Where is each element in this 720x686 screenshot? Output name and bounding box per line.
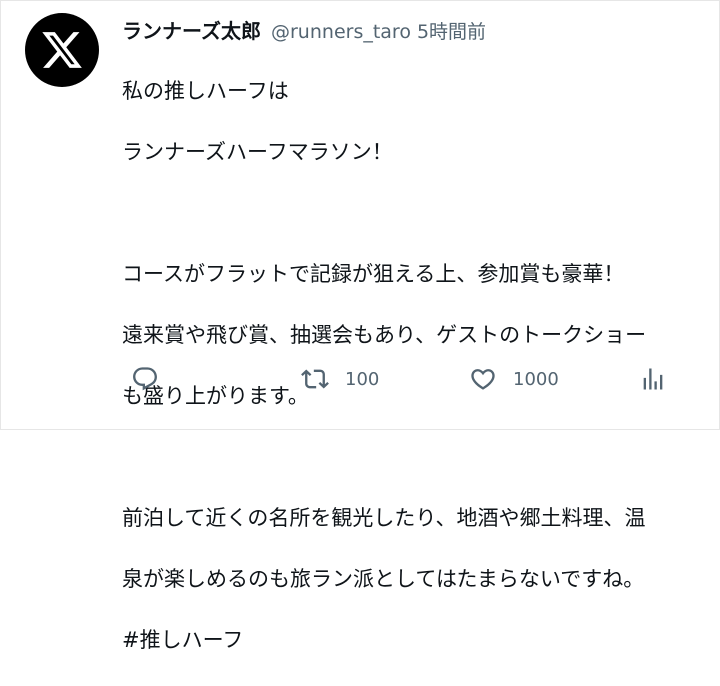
retweet-icon xyxy=(301,369,329,389)
author-name[interactable]: ランナーズ太郎 xyxy=(122,15,261,44)
retweet-button[interactable]: 100 xyxy=(301,363,379,395)
like-count: 1000 xyxy=(513,368,559,390)
tweet-card: ランナーズ太郎 @runners_taro 5時間前 私の推しハーフは ランナー… xyxy=(0,0,720,652)
tweet-line: 遠来賞や飛び賞、抽選会もあり、ゲストのトークショー xyxy=(122,322,647,347)
tweet-line: コースがフラットで記録が狙える上、参加賞も豪華！ xyxy=(122,261,625,286)
heart-icon xyxy=(471,369,495,390)
tweet-timestamp[interactable]: 5時間前 xyxy=(417,17,486,44)
tweet-line: 前泊して近くの名所を観光したり、地酒や郷土料理、温 xyxy=(122,505,646,530)
tweet-line: 泉が楽しめるのも旅ラン派としてはたまらないですね。 xyxy=(122,566,645,591)
x-logo-icon xyxy=(42,32,82,68)
like-button[interactable]: 1000 xyxy=(469,363,559,395)
reply-button[interactable] xyxy=(131,363,159,395)
avatar[interactable] xyxy=(25,13,99,87)
tweet-line: ランナーズハーフマラソン！ xyxy=(122,139,393,164)
author-handle[interactable]: @runners_taro xyxy=(271,21,411,43)
tweet-line: 私の推しハーフは xyxy=(122,78,289,103)
views-icon xyxy=(643,368,663,390)
retweet-count: 100 xyxy=(345,368,380,390)
tweet-header: ランナーズ太郎 @runners_taro 5時間前 xyxy=(122,15,707,45)
reply-icon xyxy=(133,367,157,391)
tweet-actions: 100 1000 xyxy=(129,363,669,395)
views-button[interactable] xyxy=(639,363,667,395)
hashtag-link[interactable]: #推しハーフ xyxy=(122,625,712,656)
